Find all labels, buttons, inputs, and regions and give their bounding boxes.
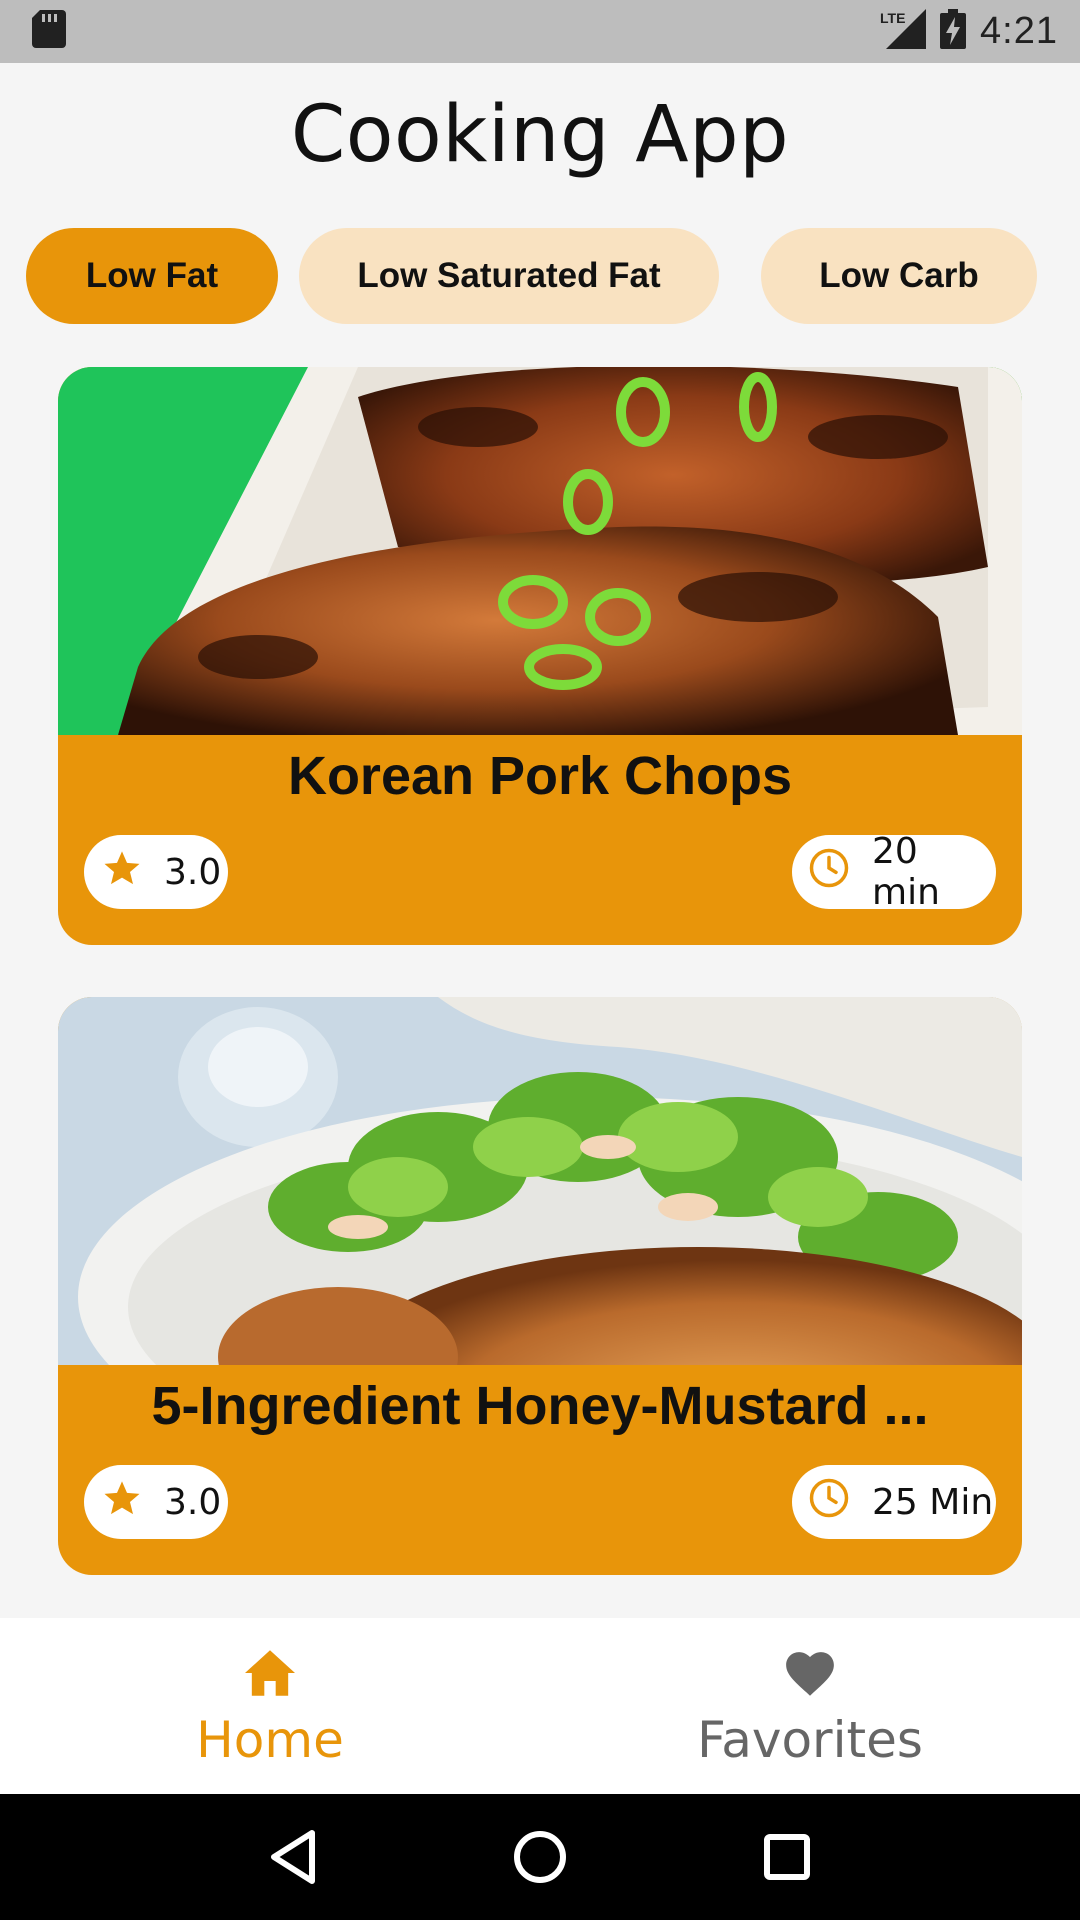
- heart-icon: [782, 1648, 838, 1703]
- clock-icon: [808, 1477, 850, 1528]
- star-icon: [102, 848, 142, 897]
- status-icons: LTE 4:21: [880, 9, 1058, 54]
- recipe-title: 5-Ingredient Honey-Mustard ...: [151, 1376, 929, 1436]
- home-icon: [242, 1648, 298, 1703]
- chip-low-saturated-fat[interactable]: Low Saturated Fat: [299, 228, 719, 324]
- back-button[interactable]: [253, 1817, 333, 1897]
- filter-chips: Low Fat Low Saturated Fat Low Carb: [0, 228, 1080, 324]
- star-icon: [102, 1478, 142, 1527]
- cook-time: 20 min: [872, 831, 940, 913]
- cook-time: 25 Min: [872, 1481, 994, 1523]
- recipe-image-pork-chops: [58, 367, 1022, 735]
- rating-value: 3.0: [164, 851, 222, 893]
- time-badge: 25 Min: [792, 1465, 996, 1539]
- back-triangle-icon: [271, 1830, 316, 1884]
- recipe-title: Korean Pork Chops: [287, 746, 793, 806]
- rating-badge: 3.0: [84, 835, 228, 909]
- recipe-image-honey-mustard: [58, 997, 1022, 1365]
- rating-badge: 3.0: [84, 1465, 228, 1539]
- nav-favorites-label: Favorites: [697, 1711, 923, 1769]
- recents-button[interactable]: [747, 1817, 827, 1897]
- page-title: Cooking App: [290, 90, 790, 180]
- sd-card-icon: [32, 10, 66, 53]
- bottom-navigation: Home Favorites: [0, 1618, 1080, 1794]
- nav-home-label: Home: [196, 1711, 344, 1769]
- recents-square-icon: [763, 1834, 810, 1880]
- status-time: 4:21: [980, 10, 1058, 52]
- status-bar: LTE 4:21: [0, 0, 1080, 63]
- nav-favorites[interactable]: Favorites: [540, 1618, 1080, 1794]
- recipe-card[interactable]: Korean Pork Chops 3.0 20 min: [58, 367, 1022, 945]
- clock-icon: [808, 847, 850, 898]
- chip-low-fat[interactable]: Low Fat: [26, 228, 278, 324]
- chip-low-carb[interactable]: Low Carb: [761, 228, 1037, 324]
- home-system-button[interactable]: [500, 1817, 580, 1897]
- time-badge: 20 min: [792, 831, 996, 913]
- nav-home[interactable]: Home: [0, 1618, 540, 1794]
- home-circle-icon: [513, 1831, 566, 1883]
- rating-value: 3.0: [164, 1481, 222, 1523]
- battery-charging-icon: [940, 9, 967, 54]
- recipe-card[interactable]: 5-Ingredient Honey-Mustard ... 3.0 25 Mi…: [58, 997, 1022, 1575]
- system-navigation-bar: [0, 1794, 1080, 1920]
- network-label: LTE: [880, 10, 905, 26]
- lte-signal-icon: LTE: [880, 9, 927, 54]
